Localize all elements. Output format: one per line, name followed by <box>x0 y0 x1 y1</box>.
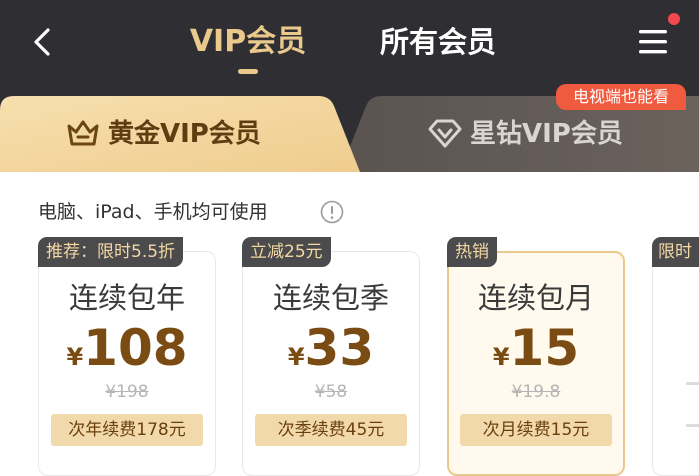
peek-placeholder-line <box>686 382 699 385</box>
tab-vip-member[interactable]: VIP会员 <box>186 20 310 64</box>
plan-badge-peek: 限时 <box>652 237 699 267</box>
active-tab-indicator <box>238 69 258 74</box>
original-price: ¥198 <box>105 382 149 402</box>
crown-icon <box>67 120 99 146</box>
price-currency: ¥ <box>66 343 84 371</box>
plan-name: 连续包年 <box>68 281 185 315</box>
plan-badge: 热销 <box>447 237 497 267</box>
renewal-note: 次年续费178元 <box>51 414 203 446</box>
plan-card-peek[interactable] <box>652 251 699 476</box>
diamond-vip-label: 星钻VIP会员 <box>470 119 623 149</box>
price-currency: ¥ <box>492 343 510 371</box>
price-value: 108 <box>83 319 188 377</box>
menu-icon[interactable] <box>636 24 672 60</box>
renewal-note: 次季续费45元 <box>255 414 407 446</box>
info-icon[interactable] <box>320 200 344 224</box>
peek-placeholder-line <box>686 424 699 427</box>
back-icon[interactable] <box>28 26 60 58</box>
price-value: 15 <box>509 319 580 377</box>
plan-name: 连续包季 <box>272 281 389 315</box>
tab-all-members[interactable]: 所有会员 <box>368 20 508 64</box>
price-value: 33 <box>304 319 375 377</box>
plan-badge: 立减25元 <box>242 237 331 267</box>
plan-badge: 推荐：限时5.5折 <box>38 237 184 267</box>
devices-note: 电脑、iPad、手机均可使用 <box>38 201 268 223</box>
renewal-note: 次月续费15元 <box>460 414 612 446</box>
tv-badge: 电视端也能看 <box>556 84 686 110</box>
gold-vip-label: 黄金VIP会员 <box>108 119 261 149</box>
original-price: ¥19.8 <box>511 382 561 402</box>
plan-name: 连续包月 <box>477 281 594 315</box>
original-price: ¥58 <box>314 382 348 402</box>
price-currency: ¥ <box>287 343 305 371</box>
diamond-icon <box>428 119 462 148</box>
notification-dot <box>668 13 680 25</box>
